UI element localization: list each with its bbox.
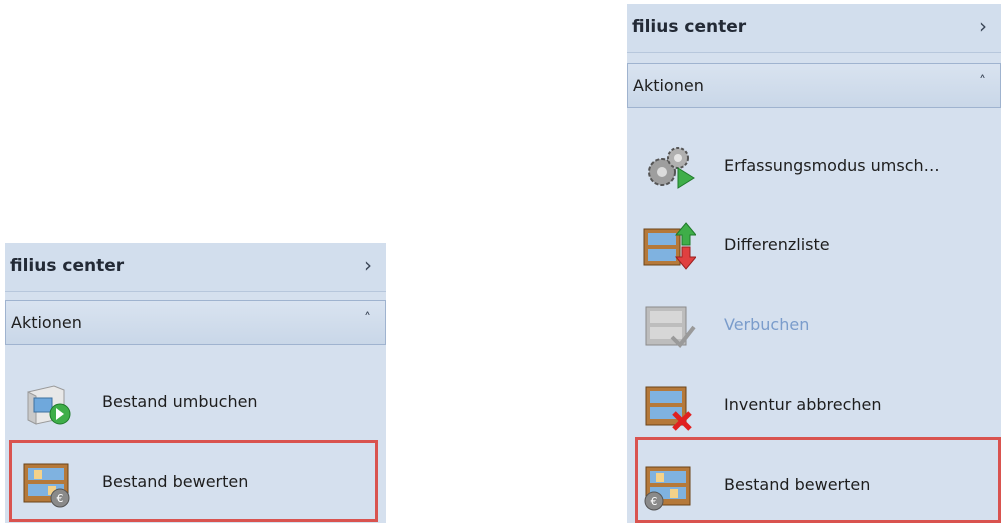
section-label: Aktionen — [11, 313, 82, 332]
panel-header[interactable]: filius center › — [5, 243, 386, 292]
action-label: Bestand umbuchen — [102, 392, 258, 411]
action-inventur-abbrechen[interactable]: Inventur abbrechen — [627, 371, 1001, 441]
chevron-right-icon[interactable]: › — [364, 253, 372, 277]
action-verbuchen: Verbuchen — [627, 291, 1001, 361]
panel-title: filius center — [632, 17, 747, 37]
action-bestand-umbuchen[interactable]: Bestand umbuchen — [5, 368, 386, 438]
section-label: Aktionen — [633, 76, 704, 95]
right-actions-panel: filius center › Aktionen ˄ Erfassungsmod… — [627, 4, 1001, 523]
action-label: Differenzliste — [724, 235, 830, 254]
action-label: Erfassungsmodus umsch… — [724, 156, 940, 175]
chevron-up-icon[interactable]: ˄ — [979, 74, 986, 90]
action-label: Verbuchen — [724, 315, 810, 334]
highlight-box — [9, 440, 378, 522]
action-label: Inventur abbrechen — [724, 395, 882, 414]
shelf-updown-arrows-icon — [643, 222, 696, 270]
shelf-cancel-icon — [645, 386, 692, 431]
section-header-aktionen[interactable]: Aktionen ˄ — [5, 300, 386, 345]
stock-transfer-icon — [27, 385, 71, 425]
action-differenzliste[interactable]: Differenzliste — [627, 211, 1001, 281]
gears-play-icon — [648, 147, 695, 189]
chevron-right-icon[interactable]: › — [979, 14, 987, 38]
shelf-check-icon — [645, 306, 696, 349]
highlight-box — [635, 437, 1001, 523]
left-actions-panel: filius center › Aktionen ˄ Bestand umbuc… — [5, 243, 386, 523]
action-erfassungsmodus[interactable]: Erfassungsmodus umsch… — [627, 132, 1001, 202]
section-header-aktionen[interactable]: Aktionen ˄ — [627, 63, 1001, 108]
panel-header[interactable]: filius center › — [627, 4, 1001, 53]
chevron-up-icon[interactable]: ˄ — [364, 311, 371, 327]
panel-title: filius center — [10, 256, 125, 276]
